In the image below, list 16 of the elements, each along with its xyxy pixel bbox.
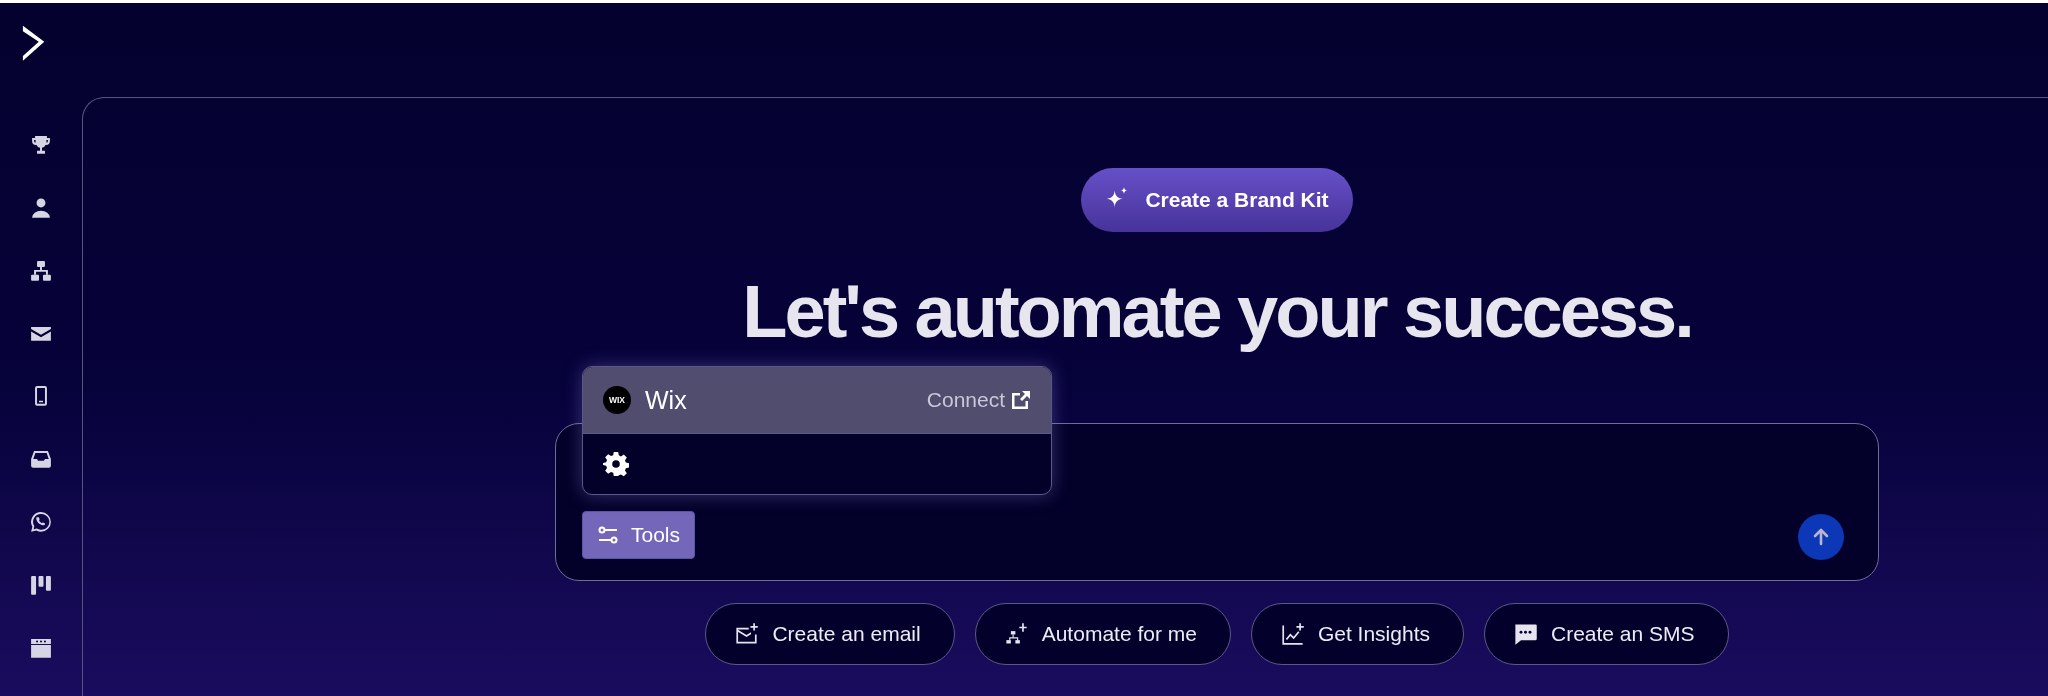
suggestion-chip[interactable]: Create an email (705, 603, 955, 665)
brand-kit-button[interactable]: Create a Brand Kit (1081, 168, 1353, 232)
gear-icon (603, 451, 629, 477)
tools-button[interactable]: Tools (582, 511, 696, 559)
suggestion-chip[interactable]: Automate for me (974, 603, 1231, 665)
suggestion-chip[interactable]: Get Insights (1250, 603, 1464, 665)
sliders-icon (597, 524, 619, 546)
wix-logo-icon: WIX (603, 386, 631, 414)
external-link-icon (1011, 390, 1031, 410)
suggestion-chip[interactable]: Create an SMS (1484, 603, 1729, 665)
connect-link[interactable]: Connect (926, 388, 1031, 412)
integration-name: Wix (645, 385, 688, 415)
send-button[interactable] (1798, 514, 1844, 560)
arrow-up-icon (1811, 527, 1831, 547)
page-heading: Let's automate your success. (742, 269, 1692, 355)
menu-item[interactable]: WIX Wix Connect (583, 367, 1051, 434)
